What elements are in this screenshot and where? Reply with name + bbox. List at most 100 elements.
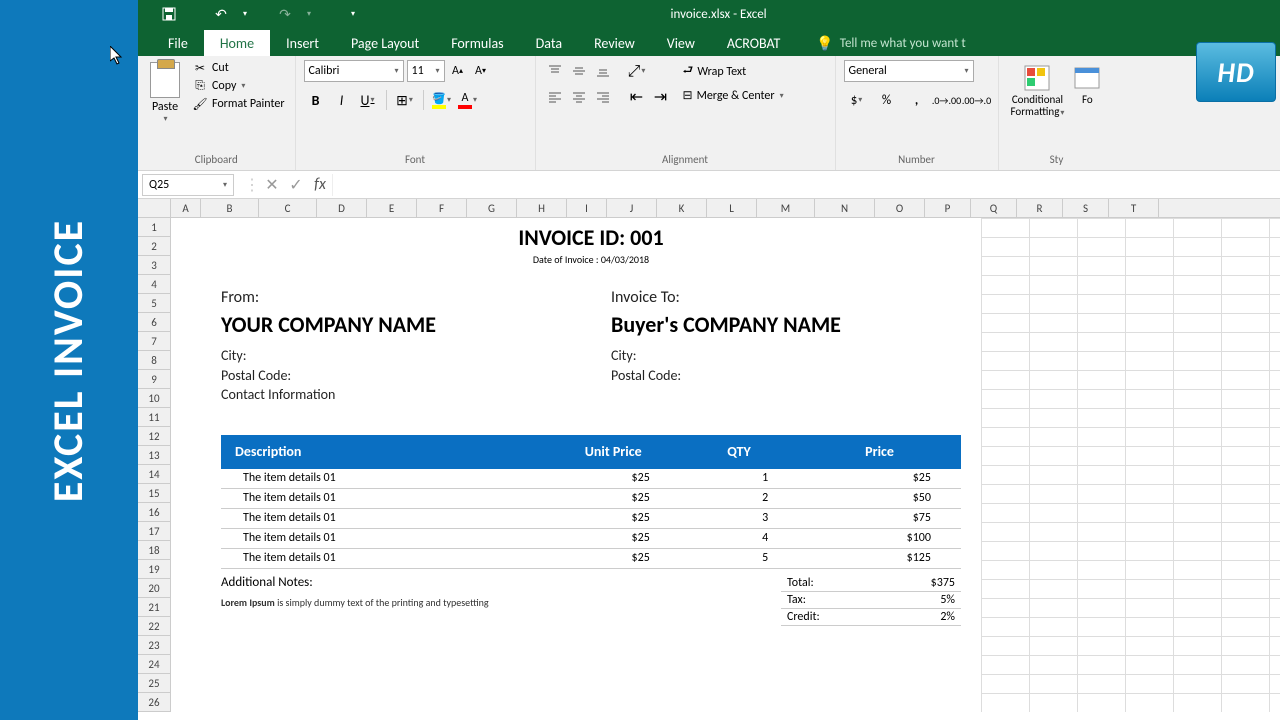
col-header-B[interactable]: B [201, 199, 259, 217]
row-header-12[interactable]: 12 [138, 427, 170, 446]
italic-button[interactable]: I [330, 88, 354, 112]
col-header-T[interactable]: T [1109, 199, 1159, 217]
decrease-decimal-button[interactable]: .00→.0 [964, 88, 990, 112]
align-left-button[interactable] [544, 86, 566, 108]
row-header-15[interactable]: 15 [138, 484, 170, 503]
name-box[interactable]: Q25▾ [142, 174, 234, 196]
font-size-select[interactable]: 11▾ [407, 60, 445, 82]
tab-review[interactable]: Review [578, 30, 651, 56]
undo-icon[interactable]: ↶ [210, 3, 232, 25]
row-header-8[interactable]: 8 [138, 351, 170, 370]
tab-insert[interactable]: Insert [270, 30, 335, 56]
undo-dropdown-icon[interactable]: ▾ [234, 3, 256, 25]
row-header-23[interactable]: 23 [138, 636, 170, 655]
col-header-I[interactable]: I [567, 199, 607, 217]
fx-button[interactable]: fx [308, 174, 332, 196]
col-header-Q[interactable]: Q [971, 199, 1017, 217]
align-right-button[interactable] [592, 86, 614, 108]
col-header-E[interactable]: E [367, 199, 417, 217]
align-bottom-button[interactable] [592, 60, 614, 82]
row-header-21[interactable]: 21 [138, 598, 170, 617]
col-header-H[interactable]: H [517, 199, 567, 217]
tab-home[interactable]: Home [204, 30, 270, 56]
col-header-J[interactable]: J [607, 199, 657, 217]
align-middle-button[interactable] [568, 60, 590, 82]
align-top-button[interactable] [544, 60, 566, 82]
decrease-font-button[interactable]: A▾ [471, 60, 491, 82]
tab-page-layout[interactable]: Page Layout [335, 30, 435, 56]
col-header-A[interactable]: A [171, 199, 201, 217]
percent-button[interactable]: % [874, 88, 900, 112]
comma-button[interactable]: , [904, 88, 930, 112]
align-center-button[interactable] [568, 86, 590, 108]
row-header-9[interactable]: 9 [138, 370, 170, 389]
increase-decimal-button[interactable]: .0→.00 [934, 88, 960, 112]
decrease-indent-button[interactable]: ⇤ [626, 86, 648, 108]
col-header-N[interactable]: N [815, 199, 875, 217]
paste-button[interactable]: Paste ▾ [146, 60, 184, 151]
col-header-K[interactable]: K [657, 199, 707, 217]
row-header-24[interactable]: 24 [138, 655, 170, 674]
row-header-11[interactable]: 11 [138, 408, 170, 427]
qat-customize-icon[interactable]: ▾ [342, 3, 364, 25]
wrap-text-button[interactable]: ⮐Wrap Text [680, 60, 787, 83]
spreadsheet-grid[interactable]: ABCDEFGHIJKLMNOPQRST 1234567891011121314… [138, 199, 1280, 720]
row-header-17[interactable]: 17 [138, 522, 170, 541]
redo-icon[interactable]: ↷ [274, 3, 296, 25]
row-header-5[interactable]: 5 [138, 294, 170, 313]
accounting-format-button[interactable]: $▾ [844, 88, 870, 112]
number-format-select[interactable]: General▾ [844, 60, 974, 82]
enter-formula-button[interactable]: ✓ [284, 174, 308, 196]
row-header-6[interactable]: 6 [138, 313, 170, 332]
tab-file[interactable]: File [152, 30, 204, 56]
tab-acrobat[interactable]: ACROBAT [711, 30, 797, 56]
conditional-formatting-button[interactable]: ConditionalFormatting▾ [1007, 60, 1069, 151]
col-header-R[interactable]: R [1017, 199, 1063, 217]
copy-button[interactable]: ⎘Copy▾ [190, 78, 287, 94]
save-icon[interactable] [158, 3, 180, 25]
format-painter-button[interactable]: 🖌Format Painter [190, 96, 287, 112]
select-all-corner[interactable] [138, 199, 171, 217]
border-button[interactable]: ⊞▾ [393, 88, 417, 112]
row-header-4[interactable]: 4 [138, 275, 170, 294]
col-header-M[interactable]: M [757, 199, 815, 217]
formula-input[interactable] [332, 174, 1280, 196]
row-header-14[interactable]: 14 [138, 465, 170, 484]
font-name-select[interactable]: Calibri▾ [304, 60, 404, 82]
row-header-1[interactable]: 1 [138, 218, 170, 237]
orientation-button[interactable]: ⤢▾ [626, 60, 648, 82]
col-header-L[interactable]: L [707, 199, 757, 217]
row-header-22[interactable]: 22 [138, 617, 170, 636]
col-header-C[interactable]: C [259, 199, 317, 217]
fill-color-button[interactable]: 🪣▾ [430, 88, 454, 112]
tab-formulas[interactable]: Formulas [435, 30, 519, 56]
col-header-S[interactable]: S [1063, 199, 1109, 217]
col-header-D[interactable]: D [317, 199, 367, 217]
tab-data[interactable]: Data [520, 30, 578, 56]
row-header-19[interactable]: 19 [138, 560, 170, 579]
tab-view[interactable]: View [651, 30, 711, 56]
redo-dropdown-icon[interactable]: ▾ [298, 3, 320, 25]
merge-center-button[interactable]: ⊟Merge & Center▾ [680, 87, 787, 104]
row-header-16[interactable]: 16 [138, 503, 170, 522]
cut-button[interactable]: ✂Cut [190, 60, 287, 76]
row-header-2[interactable]: 2 [138, 237, 170, 256]
col-header-O[interactable]: O [875, 199, 925, 217]
increase-indent-button[interactable]: ⇥ [650, 86, 672, 108]
row-header-13[interactable]: 13 [138, 446, 170, 465]
col-header-P[interactable]: P [925, 199, 971, 217]
row-header-25[interactable]: 25 [138, 674, 170, 693]
row-header-3[interactable]: 3 [138, 256, 170, 275]
font-color-button[interactable]: A▾ [456, 88, 480, 112]
bold-button[interactable]: B [304, 88, 328, 112]
tell-me-search[interactable]: 💡Tell me what you want t [816, 35, 965, 56]
underline-button[interactable]: U▾ [356, 88, 380, 112]
row-header-10[interactable]: 10 [138, 389, 170, 408]
format-table-button[interactable]: Fo [1068, 60, 1106, 151]
sheet-cells[interactable]: INVOICE ID: 001 Date of Invoice : 04/03/… [171, 218, 1280, 712]
row-header-26[interactable]: 26 [138, 693, 170, 712]
col-header-F[interactable]: F [417, 199, 467, 217]
row-header-20[interactable]: 20 [138, 579, 170, 598]
row-header-18[interactable]: 18 [138, 541, 170, 560]
cancel-formula-button[interactable]: ✕ [260, 174, 284, 196]
